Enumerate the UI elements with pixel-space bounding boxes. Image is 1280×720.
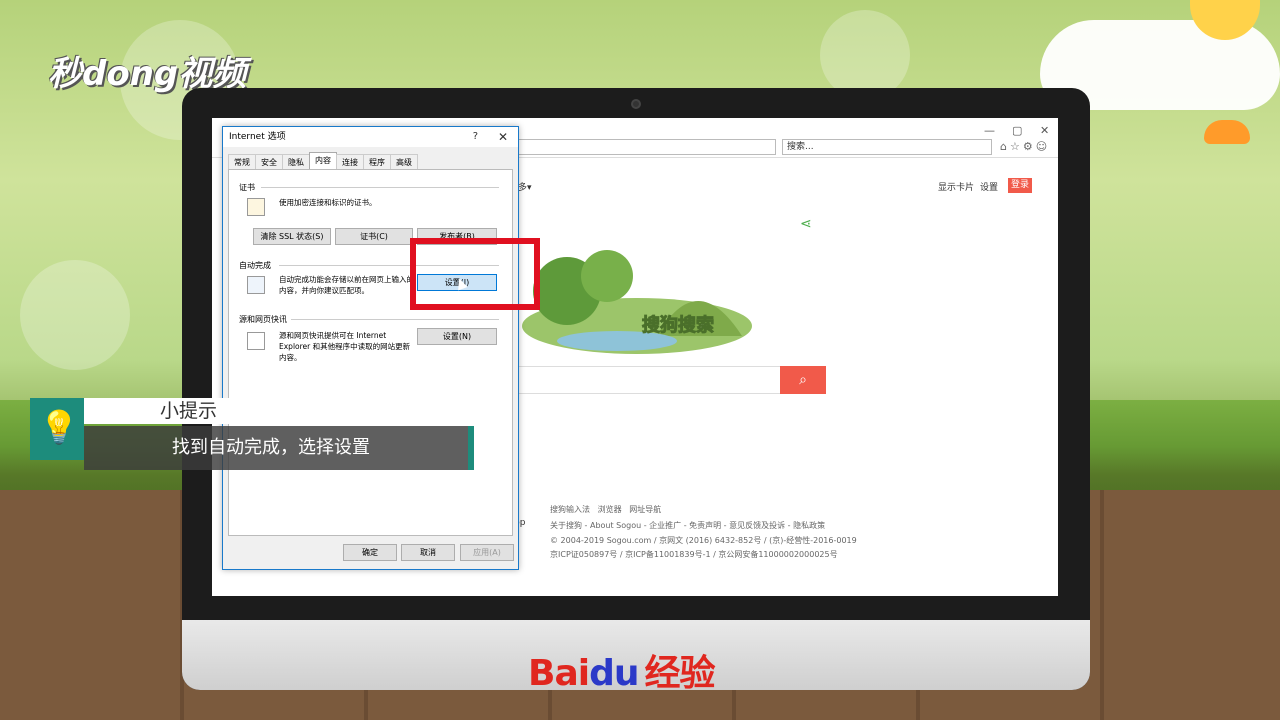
minimize-icon[interactable]: —	[984, 124, 995, 137]
tab-general[interactable]: 常规	[228, 154, 256, 169]
maximize-icon[interactable]: ▢	[1012, 124, 1022, 137]
dialog-tabs: 常规 安全 隐私 内容 连接 程序 高级	[228, 152, 418, 169]
feeds-description-1: 源和网页快讯提供可在 Internet	[279, 331, 387, 340]
footer-nav: 搜狗输入法 浏览器 网址导航	[550, 504, 661, 515]
fruit-decoration	[1204, 120, 1250, 144]
browser-search-input[interactable]: 搜索...	[782, 139, 992, 155]
certificates-description: 使用加密连接和标识的证书。	[279, 198, 377, 207]
dialog-title: Internet 选项	[229, 132, 286, 142]
divider	[261, 187, 499, 188]
tip-title: 小提示	[84, 398, 400, 424]
tab-security[interactable]: 安全	[255, 154, 283, 169]
divider	[291, 319, 499, 320]
close-icon[interactable]: ✕	[1040, 124, 1049, 137]
tab-connections[interactable]: 连接	[336, 154, 364, 169]
paw-icon: du	[589, 653, 639, 694]
settings-link[interactable]: 设置	[980, 180, 998, 193]
search-icon[interactable]: ⌕	[780, 366, 826, 394]
ok-button[interactable]: 确定	[343, 544, 397, 561]
sogou-search-input[interactable]	[518, 366, 782, 394]
footer-links[interactable]: 关于搜狗 - About Sogou - 企业推广 - 免责声明 - 意见反馈及…	[550, 520, 825, 531]
certificate-icon	[247, 198, 265, 216]
show-cards-link[interactable]: 显示卡片	[938, 180, 974, 193]
jingyan-text: 经验	[644, 653, 715, 694]
dialog-titlebar: Internet 选项 ? ✕	[223, 127, 518, 147]
cancel-button[interactable]: 取消	[401, 544, 455, 561]
share-icon[interactable]: ⋖	[800, 216, 812, 232]
footer-copyright: © 2004-2019 Sogou.com / 京网文 (2016) 6432-…	[550, 536, 857, 545]
login-button[interactable]: 登录	[1008, 178, 1032, 193]
star-icon[interactable]: ☆	[1010, 140, 1023, 153]
sogou-logo-illustration: 搜狗搜索	[522, 250, 752, 354]
sogou-logo-text: 搜狗搜索	[642, 314, 714, 336]
autocomplete-description-2: 内容，并向你建议匹配项。	[279, 286, 369, 295]
baidu-jingyan-logo: Baidu 经验	[528, 644, 716, 696]
footer-icp: 京ICP证050897号 / 京ICP备11001839号-1 / 京公网安备1…	[550, 550, 838, 559]
content-tab-panel: 证书 使用加密连接和标识的证书。 清除 SSL 状态(S) 证书(C) 发布者(…	[228, 169, 513, 536]
feeds-heading: 源和网页快讯	[239, 315, 287, 324]
baidu-text: Bai	[528, 653, 590, 694]
bokeh-light	[20, 260, 130, 370]
footer-nav-item[interactable]: 浏览器	[598, 505, 622, 514]
home-icon[interactable]: ⌂	[1000, 140, 1010, 153]
feeds-description-2: Explorer 和其他程序中读取的网站更新	[279, 342, 411, 351]
autocomplete-heading: 自动完成	[239, 261, 271, 270]
apply-button[interactable]: 应用(A)	[460, 544, 514, 561]
feeds-description-3: 内容。	[279, 353, 302, 362]
tab-content[interactable]: 内容	[309, 152, 337, 169]
help-icon[interactable]: ?	[473, 127, 478, 147]
footer-nav-item[interactable]: 搜狗输入法	[550, 505, 590, 514]
certificates-heading: 证书	[239, 183, 255, 192]
tab-advanced[interactable]: 高级	[390, 154, 418, 169]
address-bar[interactable]	[512, 139, 776, 155]
tab-programs[interactable]: 程序	[363, 154, 391, 169]
toolbar-icons[interactable]: ⌂☆⚙☺	[1000, 140, 1050, 153]
certificates-button[interactable]: 证书(C)	[335, 228, 413, 245]
lightbulb-icon: 💡	[30, 398, 84, 460]
tab-privacy[interactable]: 隐私	[282, 154, 310, 169]
smiley-icon[interactable]: ☺	[1036, 140, 1050, 153]
internet-options-dialog: Internet 选项 ? ✕ 常规 安全 隐私 内容 连接 程序 高级 证书 …	[222, 126, 519, 570]
webcam-icon	[631, 99, 641, 109]
gear-icon[interactable]: ⚙	[1023, 140, 1036, 153]
autocomplete-icon	[247, 276, 265, 294]
autocomplete-description-1: 自动完成功能会存储以前在网页上输入的	[279, 275, 414, 284]
highlight-box	[410, 238, 540, 310]
feeds-icon	[247, 332, 265, 350]
more-menu[interactable]: 多▾	[518, 180, 532, 193]
close-icon[interactable]: ✕	[498, 127, 508, 147]
feeds-settings-button[interactable]: 设置(N)	[417, 328, 497, 345]
clear-ssl-button[interactable]: 清除 SSL 状态(S)	[253, 228, 331, 245]
bokeh-light	[820, 10, 910, 100]
footer-nav-item[interactable]: 网址导航	[629, 505, 661, 514]
tip-body: 找到自动完成，选择设置	[84, 426, 474, 470]
